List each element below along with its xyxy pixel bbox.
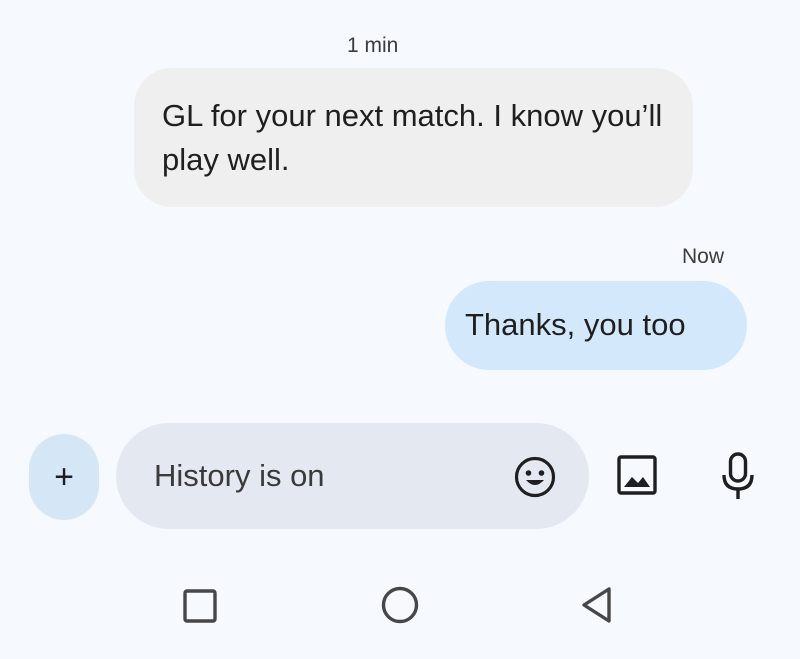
home-icon <box>381 586 419 624</box>
plus-icon: + <box>54 457 74 496</box>
image-icon <box>617 455 657 495</box>
outgoing-message-text: Thanks, you too <box>465 307 686 342</box>
incoming-timestamp: 1 min <box>347 34 399 57</box>
home-button[interactable] <box>380 585 420 625</box>
emoji-button[interactable] <box>513 455 557 499</box>
compose-field[interactable] <box>116 423 589 529</box>
message-input[interactable] <box>154 454 494 498</box>
recent-apps-button[interactable] <box>182 588 218 624</box>
incoming-message-text: GL for your next match. I know you’ll pl… <box>162 98 663 177</box>
back-icon <box>582 587 611 623</box>
back-button[interactable] <box>578 585 614 625</box>
emoji-icon <box>514 456 556 498</box>
outgoing-timestamp: Now <box>681 245 724 268</box>
gallery-button[interactable] <box>613 451 661 499</box>
incoming-message-bubble[interactable]: GL for your next match. I know you’ll pl… <box>134 68 693 207</box>
outgoing-message-bubble[interactable]: Thanks, you too <box>445 281 747 370</box>
voice-message-button[interactable] <box>718 449 758 503</box>
add-attachment-button[interactable]: + <box>29 434 99 520</box>
microphone-icon <box>722 452 754 499</box>
recent-apps-icon <box>183 589 217 623</box>
